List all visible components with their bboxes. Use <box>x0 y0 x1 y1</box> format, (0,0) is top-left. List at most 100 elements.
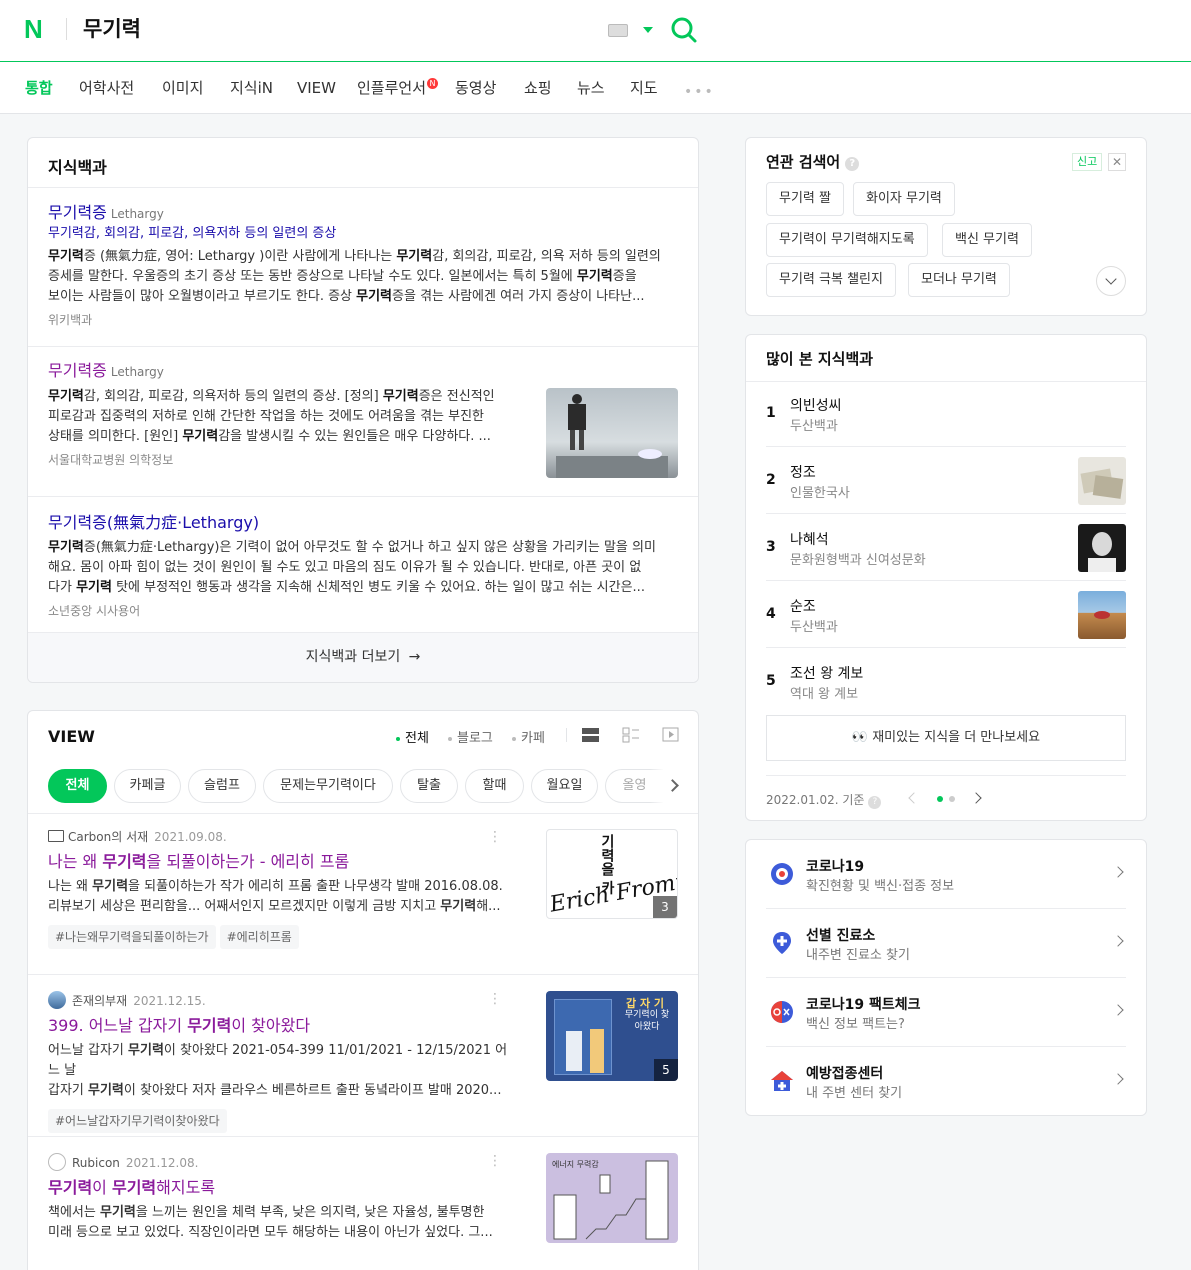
desc-line: 상태를 의미한다. [원인] 무기력감을 발생시킬 수 있는 원인들은 매우 다… <box>48 429 491 444</box>
popular-thumbnail <box>1078 524 1126 572</box>
knowledge-item-title[interactable]: 무기력증 Lethargy <box>48 360 508 383</box>
popular-item[interactable]: 1 의빈성씨 두산백과 <box>766 381 1126 447</box>
post-tag[interactable]: #어느날갑자기무기력이찾아왔다 <box>48 1109 227 1133</box>
post-desc: 어느날 갑자기 무기력이 찾아왔다 2021-054-399 11/01/202… <box>48 1041 508 1101</box>
card-view-icon[interactable] <box>622 727 640 743</box>
basis-date-text: 2022.01.02. 기준 <box>766 793 865 807</box>
knowledge-thumbnail[interactable] <box>546 388 678 478</box>
desc-line: 나는 왜 무기력을 되풀이하는가 작가 에리히 프롬 출판 나무생각 발매 20… <box>48 879 503 894</box>
chip-all[interactable]: 전체 <box>48 769 107 803</box>
filter-blog[interactable]: 블로그 <box>448 727 493 746</box>
help-icon[interactable]: ? <box>845 157 860 171</box>
tab-dictionary[interactable]: 어학사전 <box>79 78 134 98</box>
post-tag[interactable]: #나는왜무기력을되풀이하는가 <box>48 925 216 949</box>
desc-line: 해요. 몸이 아파 힘이 없는 것이 원인이 될 수도 있고 마음의 짐도 이유… <box>48 560 642 575</box>
service-name: 코로나19 <box>806 859 865 875</box>
tab-shopping[interactable]: 쇼핑 <box>524 78 552 98</box>
page-dot[interactable] <box>949 796 955 802</box>
prev-page-icon[interactable] <box>908 792 920 804</box>
post-tags: #어느날갑자기무기력이찾아왔다 <box>48 1109 678 1133</box>
knowledge-item-source[interactable]: 위키백과 <box>48 311 678 328</box>
related-chip[interactable]: 무기력 극복 챌린지 <box>766 263 896 297</box>
popular-item[interactable]: 5 조선 왕 계보 역대 왕 계보 <box>766 649 1126 715</box>
knowledge-item-title[interactable]: 무기력증 Lethargy <box>48 202 678 225</box>
naver-logo[interactable]: N <box>24 16 48 42</box>
next-page-icon[interactable] <box>970 792 982 804</box>
thumb-text: 무기력이 찾아왔다 <box>624 1010 670 1032</box>
search-query[interactable]: 무기력 <box>83 16 141 42</box>
expand-button[interactable] <box>1096 266 1126 296</box>
post-thumbnail[interactable]: 에너지 무력감 <box>546 1153 678 1243</box>
service-factcheck[interactable]: 코로나19 팩트체크 백신 정보 팩트는? <box>766 978 1126 1047</box>
knowledge-item-source[interactable]: 서울대학교병원 의학정보 <box>48 451 508 468</box>
service-sub: 내 주변 센터 찾기 <box>806 1086 903 1101</box>
rank-number: 1 <box>766 405 776 421</box>
more-knowledge-button[interactable]: 👀 재미있는 지식을 더 만나보세요 <box>766 715 1126 761</box>
related-chip[interactable]: 백신 무기력 <box>942 223 1032 257</box>
popular-title: 많이 본 지식백과 <box>766 350 874 368</box>
arrow-right-icon: → <box>408 649 421 665</box>
tab-video[interactable]: 동영상 <box>455 78 496 98</box>
close-icon[interactable]: ✕ <box>1108 153 1126 171</box>
tab-news[interactable]: 뉴스 <box>577 78 605 98</box>
list-view-icon[interactable] <box>582 727 600 743</box>
related-chip[interactable]: 무기력 짤 <box>766 182 844 216</box>
knowledge-item-eng: Lethargy <box>110 207 164 221</box>
post-tag[interactable]: #에리히프롬 <box>219 925 299 949</box>
chip[interactable]: 슬럼프 <box>188 769 256 803</box>
divider <box>766 775 1126 776</box>
tab-image[interactable]: 이미지 <box>162 78 203 98</box>
report-button[interactable]: 신고 <box>1072 153 1103 171</box>
service-covid[interactable]: 코로나19 확진현황 및 백신·접종 정보 <box>766 840 1126 909</box>
desc-line: 보이는 사람들이 많아 오월병이라고 부르기도 한다. 증상 무기력증을 겪는 … <box>48 289 645 304</box>
tab-influencer[interactable]: 인플루언서 N <box>357 78 439 98</box>
more-options-icon[interactable]: ⋮ <box>488 1153 502 1169</box>
post-thumbnail[interactable]: 갑 자 기 무기력이 찾아왔다 5 <box>546 991 678 1081</box>
view-post: Rubicon 2021.12.08. ⋮ 무기력이 무기력해지도록 책에서는 무… <box>48 1153 678 1263</box>
knowledge-item-title[interactable]: 무기력증(無氣力症·Lethargy) <box>48 512 678 534</box>
service-vaccine-center[interactable]: 예방접종센터 내 주변 센터 찾기 <box>766 1047 1126 1116</box>
knowledge-more-button[interactable]: 지식백과 더보기 → <box>28 632 698 682</box>
video-view-icon[interactable] <box>662 727 680 743</box>
more-options-icon[interactable]: ⋮ <box>488 829 502 845</box>
caret-down-icon[interactable] <box>643 27 653 33</box>
search-icon[interactable] <box>670 16 698 44</box>
knowledge-item-subtitle[interactable]: 무기력감, 회의감, 피로감, 의욕저하 등의 일련의 증상 <box>48 225 678 243</box>
chip[interactable]: 탈출 <box>400 769 458 803</box>
service-clinic[interactable]: 선별 진료소 내주변 진료소 찾기 <box>766 909 1126 978</box>
chip[interactable]: 할때 <box>465 769 524 803</box>
post-author[interactable]: Rubicon <box>72 1156 120 1170</box>
tab-map[interactable]: 지도 <box>630 78 658 98</box>
related-chip[interactable]: 화이자 무기력 <box>853 182 955 216</box>
desc-line: 미래 등으로 보고 있었다. 직장인이라면 모두 해당하는 내용이 아닌가 싶었… <box>48 1225 493 1240</box>
chip[interactable]: 카페글 <box>114 769 181 803</box>
related-chip[interactable]: 모더나 무기력 <box>908 263 1010 297</box>
help-icon[interactable]: ? <box>868 796 882 809</box>
chip[interactable]: 문제는무기력이다 <box>263 769 393 803</box>
page-dot-active[interactable] <box>937 796 943 802</box>
tab-kin[interactable]: 지식iN <box>230 78 273 98</box>
filter-cafe[interactable]: 카페 <box>512 727 545 746</box>
related-chip[interactable]: 무기력이 무기력해지도록 <box>766 223 928 257</box>
chip[interactable]: 월요일 <box>531 769 598 803</box>
filter-all[interactable]: 전체 <box>396 727 429 746</box>
post-author[interactable]: 존재의부재 <box>72 994 127 1008</box>
tab-view[interactable]: VIEW <box>297 78 336 98</box>
post-author[interactable]: Carbon의 서재 <box>68 830 148 844</box>
post-thumbnail[interactable]: 기력을 카 Erich Fromm 3 <box>546 829 678 919</box>
popular-item[interactable]: 4 순조 두산백과 <box>766 582 1126 648</box>
services-card: 코로나19 확진현황 및 백신·접종 정보 선별 진료소 내주변 진료소 찾기 … <box>745 839 1147 1116</box>
popular-item[interactable]: 3 나혜석 문화원형백과 신여성문화 <box>766 515 1126 581</box>
popular-item[interactable]: 2 정조 인물한국사 <box>766 448 1126 514</box>
related-card: 연관 검색어? 신고 ✕ 무기력 짤 화이자 무기력 무기력이 무기력해지도록 … <box>745 137 1147 316</box>
image-count-badge: 3 <box>653 896 677 918</box>
tab-integrated[interactable]: 통합 <box>25 78 53 98</box>
desc-line: 무기력증 (無氣力症, 영어: Lethargy )이란 사람에게 나타나는 무… <box>48 249 661 264</box>
more-tabs-icon[interactable]: ••• <box>684 84 715 100</box>
popular-name: 조선 왕 계보 <box>790 666 864 682</box>
more-options-icon[interactable]: ⋮ <box>488 991 502 1007</box>
knowledge-item-source[interactable]: 소년중앙 시사용어 <box>48 602 678 619</box>
divider <box>28 813 698 814</box>
post-date: 2021.12.08. <box>125 1156 199 1170</box>
keyboard-icon[interactable] <box>608 24 628 37</box>
